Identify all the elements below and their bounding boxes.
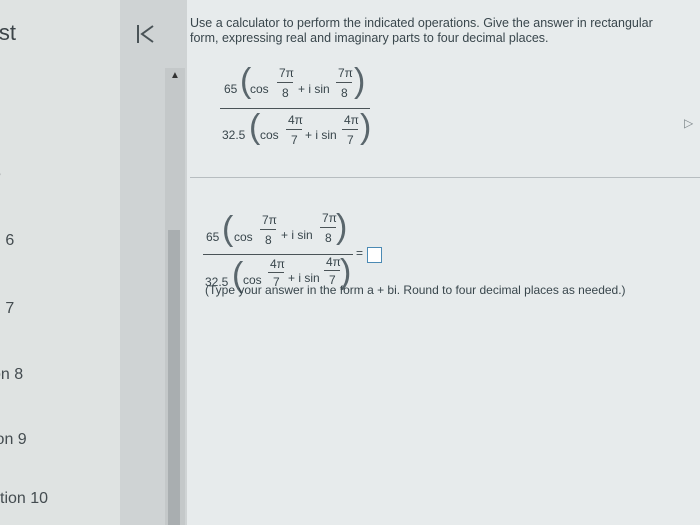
scroll-up-icon[interactable]: ▲ — [165, 70, 185, 81]
angle-denominator: 7 — [347, 133, 354, 147]
sidebar-item-8[interactable]: on 8 — [0, 366, 23, 384]
numerator-coefficient: 65 — [206, 230, 220, 244]
angle-numerator: 7π — [322, 211, 337, 225]
fraction-bar — [286, 129, 302, 130]
fraction-bar — [277, 82, 293, 83]
angle-denominator: 8 — [265, 233, 272, 247]
fraction-bar — [336, 82, 352, 83]
angle-numerator: 7π — [338, 66, 353, 80]
expand-icon[interactable]: ▷ — [684, 116, 693, 130]
isin-label: + i sin — [298, 82, 330, 96]
angle-denominator: 8 — [341, 86, 348, 100]
cos-label: cos — [260, 128, 279, 142]
sidebar: ist 4 5 n 6 n 7 on 8 ion 9 stion 10 — [0, 0, 120, 525]
angle-numerator: 4π — [270, 257, 285, 271]
angle-numerator: 4π — [344, 113, 359, 127]
fraction-bar — [320, 227, 336, 228]
denominator-coefficient: 32.5 — [222, 128, 246, 142]
open-paren: ( — [249, 108, 261, 146]
isin-label: + i sin — [281, 228, 313, 242]
sidebar-title: ist — [0, 20, 16, 45]
close-paren: ) — [354, 62, 366, 100]
angle-denominator: 7 — [291, 133, 298, 147]
sidebar-item-5[interactable]: 5 — [0, 165, 1, 183]
collapse-left-icon[interactable] — [130, 22, 160, 52]
numerator-coefficient: 65 — [224, 82, 238, 96]
section-divider — [190, 177, 700, 178]
close-paren: ) — [336, 208, 348, 246]
angle-numerator: 7π — [279, 66, 294, 80]
fraction-bar — [260, 229, 276, 230]
question-instructions: Use a calculator to perform the indicate… — [190, 16, 653, 45]
sidebar-item-7[interactable]: n 7 — [0, 300, 14, 318]
cos-label: cos — [250, 82, 269, 96]
fraction-bar — [268, 272, 284, 273]
sidebar-item-9[interactable]: ion 9 — [0, 431, 27, 449]
angle-numerator: 4π — [288, 113, 303, 127]
fraction-bar — [324, 270, 340, 271]
answer-format-hint: (Type your answer in the form a + bi. Ro… — [205, 283, 626, 297]
sidebar-item-10[interactable]: stion 10 — [0, 490, 48, 508]
sidebar-item-6[interactable]: n 6 — [0, 232, 14, 250]
answer-input[interactable] — [367, 247, 382, 263]
angle-numerator: 4π — [326, 255, 341, 269]
close-paren: ) — [360, 108, 372, 146]
angle-denominator: 8 — [325, 231, 332, 245]
question-panel — [187, 0, 700, 525]
fraction-bar — [342, 129, 358, 130]
scrollbar-thumb[interactable] — [168, 230, 180, 525]
open-paren: ( — [222, 210, 234, 248]
angle-denominator: 8 — [282, 86, 289, 100]
angle-numerator: 7π — [262, 213, 277, 227]
isin-label: + i sin — [305, 128, 337, 142]
main-fraction-bar — [220, 108, 370, 109]
equals-sign: = — [356, 246, 364, 260]
cos-label: cos — [234, 230, 253, 244]
